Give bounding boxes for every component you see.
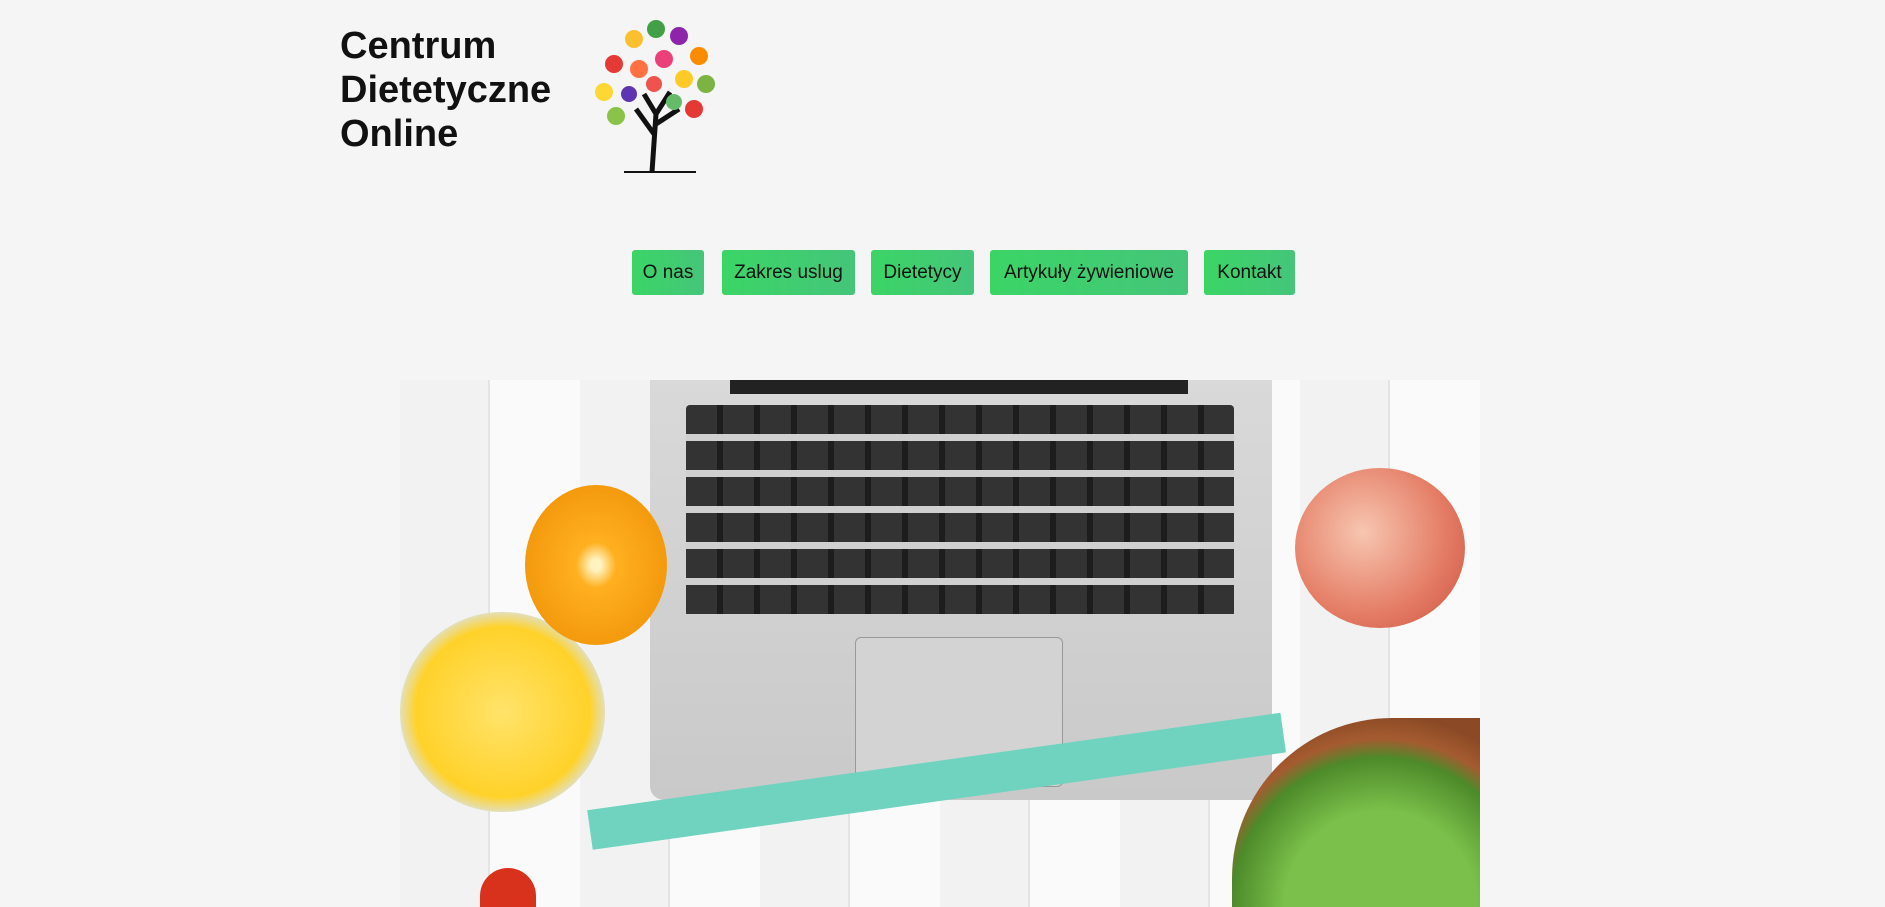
title-line: Online [340,113,459,155]
nav-o-nas[interactable]: O nas [632,250,704,295]
nav-label: Artykuły żywieniowe [1004,261,1174,283]
hero-image [400,380,1480,907]
apple-image [1295,468,1465,628]
nav-zakres-uslug[interactable]: Zakres uslug [722,250,855,295]
nav-label: O nas [642,261,694,283]
nav-kontakt[interactable]: Kontakt [1204,250,1295,295]
site-title: Centrum Dietetyczne Online [340,24,551,156]
nav-label: Zakres uslug [734,261,843,283]
screen-edge [730,380,1188,394]
nav-label: Dietetycy [883,261,962,283]
title-line: Dietetyczne [340,69,552,111]
keyboard-image [686,405,1234,617]
nav-label: Kontakt [1217,261,1282,283]
tomato-image [480,868,536,907]
title-line: Centrum [340,25,497,67]
main-nav: O nas Zakres uslug Dietetycy Artykuły ży… [0,250,1885,295]
juice-glass-image [400,612,605,812]
orange-image [525,485,667,645]
nav-artykuly[interactable]: Artykuły żywieniowe [990,250,1188,295]
fruit-tree-logo [595,20,715,173]
nav-dietetycy[interactable]: Dietetycy [871,250,974,295]
